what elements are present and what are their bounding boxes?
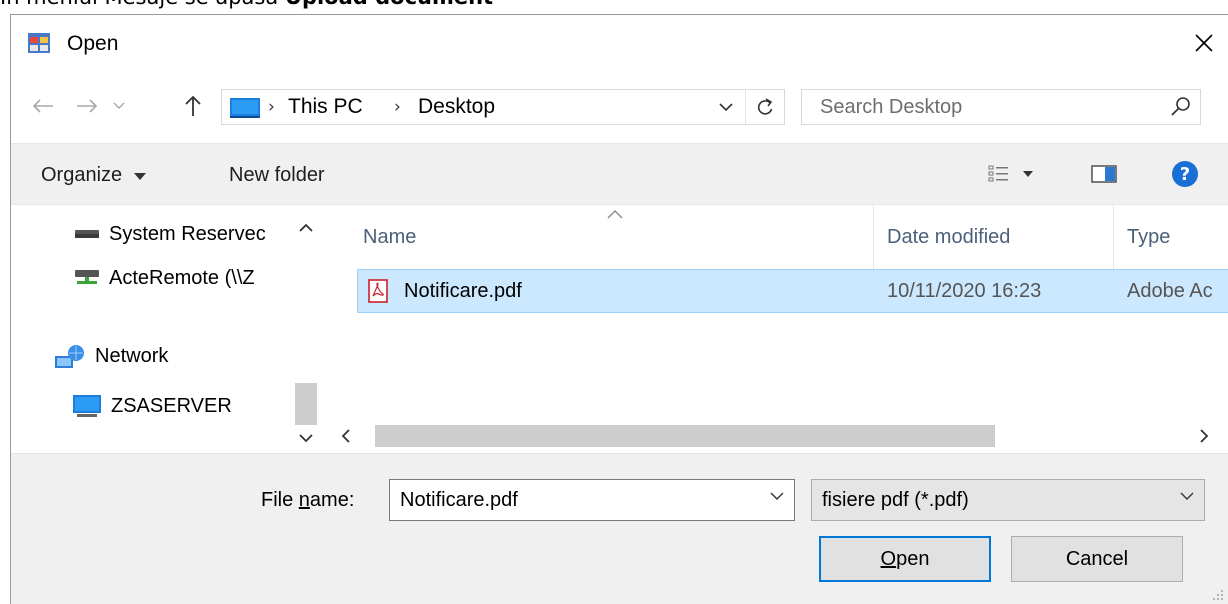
file-type: Adobe Ac bbox=[1127, 280, 1213, 302]
scroll-left-icon[interactable] bbox=[341, 429, 351, 443]
search-icon[interactable] bbox=[1170, 96, 1192, 118]
file-date-modified: 10/11/2020 16:23 bbox=[887, 280, 1042, 302]
file-list-pane: Name Date modified Type Notificare.pdf 1… bbox=[329, 205, 1228, 453]
chevron-down-icon bbox=[719, 102, 733, 111]
column-divider[interactable] bbox=[1113, 205, 1114, 269]
organize-button[interactable]: Organize bbox=[41, 163, 146, 187]
chevron-down-icon bbox=[1180, 492, 1194, 500]
nav-item-system-reserved[interactable]: System Reservec bbox=[75, 219, 266, 249]
help-icon: ? bbox=[1172, 161, 1198, 187]
column-header-name[interactable]: Name bbox=[363, 205, 416, 269]
pdf-icon bbox=[368, 279, 388, 303]
cancel-button[interactable]: Cancel bbox=[1011, 536, 1183, 582]
chevron-down-icon[interactable] bbox=[770, 492, 784, 501]
crumb-separator: › bbox=[394, 97, 401, 117]
close-button[interactable] bbox=[1188, 27, 1220, 59]
this-pc-icon bbox=[230, 98, 260, 118]
crumb-separator: › bbox=[268, 97, 275, 117]
address-bar[interactable]: › This PC › Desktop bbox=[221, 89, 785, 125]
nav-item-label: ActeRemote (\\Z bbox=[109, 267, 255, 289]
search-placeholder: Search Desktop bbox=[820, 96, 963, 118]
file-name-combobox[interactable]: Notificare.pdf bbox=[389, 479, 795, 521]
nav-item-acteremote[interactable]: ActeRemote (\\Z bbox=[75, 263, 255, 293]
resize-grip-icon[interactable] bbox=[1210, 587, 1224, 601]
change-view-button[interactable] bbox=[987, 162, 1043, 190]
caption-text: In meniul Mesaje se apasa bbox=[0, 0, 285, 9]
drive-icon bbox=[75, 230, 99, 238]
address-dropdown-button[interactable] bbox=[709, 90, 743, 124]
column-header-label: Type bbox=[1127, 226, 1171, 248]
chevron-down-icon bbox=[113, 102, 125, 109]
navigation-pane: System Reservec ActeRemote (\\Z Network … bbox=[11, 205, 321, 453]
nav-item-label: System Reservec bbox=[109, 223, 266, 245]
nav-item-label: Network bbox=[95, 345, 169, 367]
forward-button[interactable] bbox=[73, 91, 101, 121]
scrollbar-thumb[interactable] bbox=[375, 425, 995, 447]
label-text: File bbox=[261, 489, 299, 511]
scroll-down-icon[interactable] bbox=[299, 433, 313, 443]
dropdown-arrow-icon bbox=[133, 173, 146, 180]
column-header-date-modified[interactable]: Date modified bbox=[887, 205, 1010, 269]
label-text: ame: bbox=[309, 489, 355, 511]
scrollbar-thumb[interactable] bbox=[295, 383, 317, 425]
file-horizontal-scrollbar[interactable] bbox=[329, 419, 1228, 453]
button-label: pen bbox=[896, 548, 930, 570]
crumb-desktop[interactable]: Desktop bbox=[418, 95, 495, 119]
refresh-icon bbox=[757, 98, 772, 115]
nav-item-label: ZSASERVER bbox=[111, 395, 232, 417]
back-arrow-icon bbox=[32, 99, 53, 113]
sort-ascending-icon bbox=[607, 210, 623, 219]
help-button[interactable]: ? bbox=[1171, 160, 1199, 192]
file-name-label: File name: bbox=[261, 488, 354, 512]
button-accelerator: O bbox=[880, 548, 897, 570]
address-row: › This PC › Desktop Search Desktop bbox=[11, 85, 1228, 127]
network-drive-icon bbox=[75, 270, 99, 284]
column-header-label: Date modified bbox=[887, 226, 1011, 248]
up-button[interactable] bbox=[179, 91, 207, 121]
crumb-this-pc[interactable]: This PC bbox=[288, 95, 363, 119]
title-bar: Open bbox=[11, 15, 1228, 75]
search-box[interactable]: Search Desktop bbox=[801, 89, 1201, 125]
open-button[interactable]: Open bbox=[819, 536, 991, 582]
open-dialog: Open › This PC › Desktop Search Desktop … bbox=[10, 14, 1228, 604]
svg-text:?: ? bbox=[1180, 164, 1190, 185]
file-row-notificare[interactable]: Notificare.pdf 10/11/2020 16:23 Adobe Ac bbox=[357, 269, 1228, 313]
scroll-up-icon[interactable] bbox=[299, 223, 313, 233]
nav-item-zsaserver[interactable]: ZSASERVER bbox=[73, 391, 232, 421]
label-accelerator: n bbox=[298, 489, 310, 511]
file-name-value[interactable]: Notificare.pdf bbox=[400, 488, 518, 512]
instruction-caption: In meniul Mesaje se apasa Upload documen… bbox=[0, 0, 493, 8]
preview-pane-icon bbox=[1091, 165, 1117, 183]
view-details-icon bbox=[988, 165, 1033, 182]
dialog-footer: File name: Notificare.pdf fisiere pdf (*… bbox=[11, 453, 1228, 604]
up-arrow-icon bbox=[185, 95, 201, 116]
nav-item-network[interactable]: Network bbox=[55, 341, 168, 371]
organize-label: Organize bbox=[41, 164, 123, 186]
preview-pane-button[interactable] bbox=[1091, 162, 1117, 190]
file-type-value: fisiere pdf (*.pdf) bbox=[822, 489, 969, 511]
recent-locations-button[interactable] bbox=[109, 91, 129, 121]
close-icon bbox=[1195, 34, 1213, 52]
window-title: Open bbox=[67, 32, 119, 55]
nav-vertical-scrollbar[interactable] bbox=[289, 205, 321, 453]
network-icon bbox=[55, 345, 84, 368]
back-button[interactable] bbox=[29, 91, 57, 121]
column-header-label: Name bbox=[363, 226, 417, 248]
new-folder-button[interactable]: New folder bbox=[229, 163, 325, 187]
forward-arrow-icon bbox=[77, 99, 98, 113]
column-header-type[interactable]: Type bbox=[1127, 205, 1170, 269]
refresh-button[interactable] bbox=[745, 90, 783, 124]
computer-icon bbox=[73, 395, 101, 417]
file-type-select[interactable]: fisiere pdf (*.pdf) bbox=[811, 479, 1205, 521]
command-toolbar: Organize New folder ? bbox=[11, 143, 1228, 205]
app-icon bbox=[28, 33, 50, 53]
file-name: Notificare.pdf bbox=[404, 280, 522, 302]
caption-bold-text: Upload document bbox=[285, 0, 493, 9]
scroll-right-icon[interactable] bbox=[1199, 429, 1209, 443]
column-divider[interactable] bbox=[873, 205, 874, 269]
